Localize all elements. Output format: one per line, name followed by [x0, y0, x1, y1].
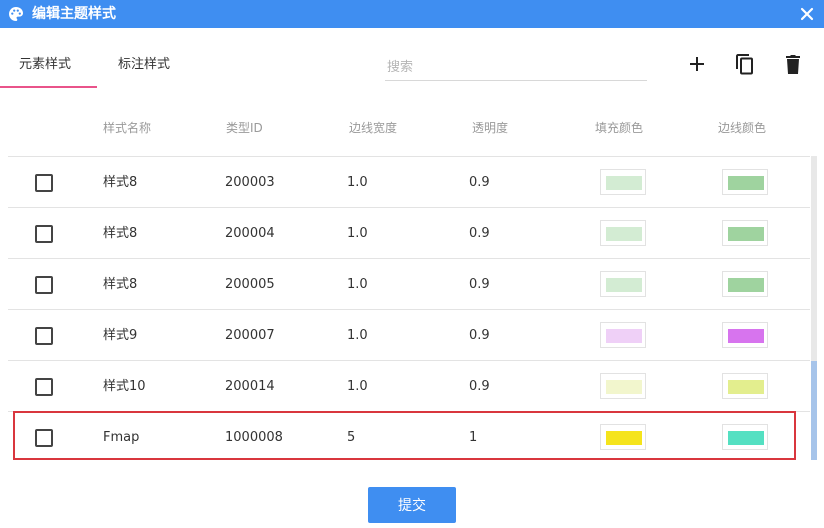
opacity-cell: 0.9 [469, 277, 490, 292]
column-header-type-id: 类型ID [226, 121, 263, 135]
border-color-swatch [728, 227, 764, 241]
style-name-cell: Fmap [103, 430, 140, 445]
opacity-cell: 0.9 [469, 175, 490, 190]
type-id-cell: 200007 [225, 328, 275, 343]
border-color-swatch [728, 329, 764, 343]
row-checkbox[interactable] [35, 225, 53, 243]
border-color-picker[interactable] [722, 373, 768, 399]
style-name-cell: 样式8 [103, 277, 138, 292]
border-color-swatch [728, 176, 764, 190]
column-header-style-name: 样式名称 [103, 121, 152, 135]
border-color-picker[interactable] [722, 220, 768, 246]
fill-color-swatch [606, 176, 642, 190]
fill-color-swatch [606, 278, 642, 292]
table-row[interactable]: 样式8 200005 1.0 0.9 [8, 258, 810, 309]
border-width-cell: 5 [347, 430, 356, 445]
table-row[interactable]: 样式10 200014 1.0 0.9 [8, 360, 810, 411]
type-id-cell: 1000008 [225, 430, 283, 445]
table-row[interactable]: Fmap 1000008 5 1 [8, 411, 810, 462]
column-header-fill-color: 填充颜色 [595, 121, 644, 135]
opacity-cell: 0.9 [469, 328, 490, 343]
active-tab-indicator [0, 86, 97, 88]
close-icon[interactable] [798, 5, 816, 23]
fill-color-picker[interactable] [600, 271, 646, 297]
border-width-cell: 1.0 [347, 379, 368, 394]
type-id-cell: 200005 [225, 277, 275, 292]
opacity-cell: 1 [469, 430, 478, 445]
border-width-cell: 1.0 [347, 226, 368, 241]
row-checkbox[interactable] [35, 327, 53, 345]
border-color-picker[interactable] [722, 424, 768, 450]
column-header-border-color: 边线颜色 [718, 121, 767, 135]
add-icon[interactable] [685, 52, 709, 76]
copy-icon[interactable] [733, 52, 757, 76]
type-id-cell: 200014 [225, 379, 275, 394]
border-color-swatch [728, 380, 764, 394]
scrollbar-thumb[interactable] [811, 361, 817, 460]
fill-color-picker[interactable] [600, 373, 646, 399]
opacity-cell: 0.9 [469, 379, 490, 394]
border-color-picker[interactable] [722, 169, 768, 195]
row-checkbox[interactable] [35, 174, 53, 192]
table-row[interactable]: 样式9 200007 1.0 0.9 [8, 309, 810, 360]
type-id-cell: 200004 [225, 226, 275, 241]
border-color-picker[interactable] [722, 322, 768, 348]
fill-color-picker[interactable] [600, 424, 646, 450]
opacity-cell: 0.9 [469, 226, 490, 241]
border-color-swatch [728, 278, 764, 292]
table-row[interactable]: 样式8 200004 1.0 0.9 [8, 207, 810, 258]
style-name-cell: 样式8 [103, 226, 138, 241]
row-checkbox[interactable] [35, 276, 53, 294]
fill-color-swatch [606, 329, 642, 343]
border-width-cell: 1.0 [347, 328, 368, 343]
palette-icon [9, 6, 23, 21]
fill-color-swatch [606, 431, 642, 445]
row-checkbox[interactable] [35, 378, 53, 396]
table-row[interactable]: 样式8 200003 1.0 0.9 [8, 156, 810, 207]
tab-annotation-style[interactable]: 标注样式 [118, 56, 170, 74]
style-name-cell: 样式10 [103, 379, 146, 394]
tab-element-style[interactable]: 元素样式 [19, 56, 71, 74]
fill-color-picker[interactable] [600, 169, 646, 195]
border-color-picker[interactable] [722, 271, 768, 297]
border-width-cell: 1.0 [347, 277, 368, 292]
window-title: 编辑主题样式 [32, 6, 116, 22]
title-bar: 编辑主题样式 [0, 0, 824, 28]
fill-color-swatch [606, 380, 642, 394]
column-header-border-width: 边线宽度 [349, 121, 398, 135]
fill-color-swatch [606, 227, 642, 241]
border-color-swatch [728, 431, 764, 445]
border-width-cell: 1.0 [347, 175, 368, 190]
style-name-cell: 样式9 [103, 328, 138, 343]
submit-button[interactable]: 提交 [368, 487, 456, 523]
style-name-cell: 样式8 [103, 175, 138, 190]
column-header-opacity: 透明度 [472, 121, 509, 135]
row-checkbox[interactable] [35, 429, 53, 447]
type-id-cell: 200003 [225, 175, 275, 190]
fill-color-picker[interactable] [600, 220, 646, 246]
search-input[interactable] [385, 54, 647, 81]
fill-color-picker[interactable] [600, 322, 646, 348]
delete-icon[interactable] [781, 52, 805, 76]
